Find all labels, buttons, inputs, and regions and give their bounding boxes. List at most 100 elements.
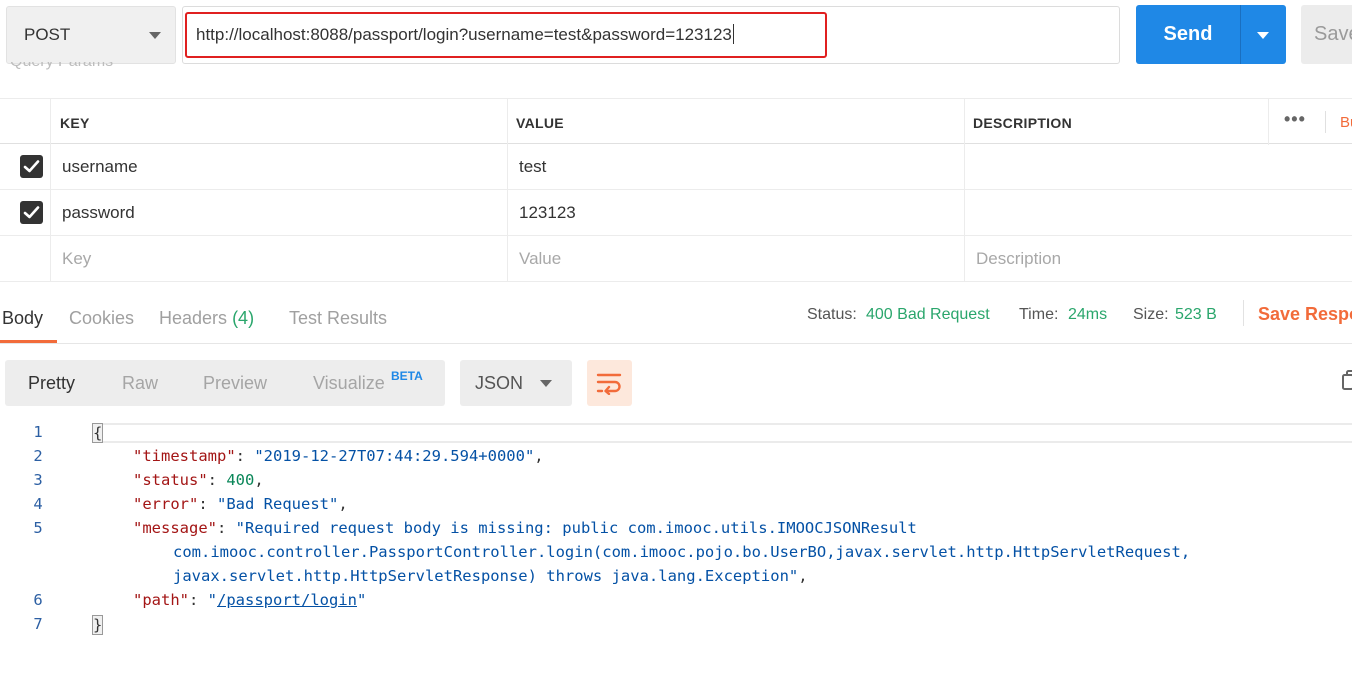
send-button[interactable]: Send	[1136, 5, 1286, 64]
code-line: "message": "Required request body is mis…	[133, 519, 917, 537]
open-brace: {	[92, 423, 104, 443]
bulk-divider	[1325, 111, 1326, 133]
column-divider	[964, 190, 965, 236]
column-divider	[964, 144, 965, 190]
method-select[interactable]: POST	[6, 6, 176, 64]
tab-headers[interactable]: Headers (4)	[159, 308, 254, 329]
format-label: JSON	[475, 373, 524, 393]
column-divider	[50, 236, 51, 282]
chevron-down-icon	[149, 32, 161, 39]
json-string: "Bad Request"	[217, 495, 339, 513]
param-key[interactable]: username	[62, 157, 138, 177]
column-divider	[964, 99, 965, 145]
chevron-down-icon	[540, 380, 552, 387]
code-line-wrapped: javax.servlet.http.HttpServletResponse) …	[173, 567, 808, 585]
column-header-description: DESCRIPTION	[973, 115, 1072, 131]
line-number: 6	[33, 591, 43, 609]
bulk-edit-link[interactable]: Bulk Edit	[1340, 114, 1352, 131]
column-divider	[507, 236, 508, 282]
save-label: Save	[1314, 23, 1352, 45]
status-label: Status:	[807, 306, 857, 323]
query-params-label: Query Params	[10, 62, 113, 70]
view-raw-button[interactable]: Raw	[122, 373, 158, 394]
code-line: "timestamp": "2019-12-27T07:44:29.594+00…	[133, 447, 544, 465]
save-button[interactable]: Save	[1301, 5, 1352, 64]
code-line: }	[92, 615, 104, 635]
save-response-button[interactable]: Save Response	[1258, 304, 1352, 325]
json-string: "2019-12-27T07:44:29.594+0000"	[254, 447, 535, 465]
close-brace: }	[92, 615, 104, 635]
param-value[interactable]: 123123	[519, 203, 576, 223]
wrap-lines-icon	[596, 373, 622, 395]
status-value[interactable]: 400 Bad Request	[866, 306, 990, 324]
method-label: POST	[24, 25, 71, 44]
param-enabled-checkbox[interactable]	[20, 155, 43, 178]
param-key[interactable]: password	[62, 203, 135, 223]
checkmark-icon	[23, 206, 40, 219]
view-visualize-button[interactable]: Visualize	[313, 373, 385, 394]
column-divider	[964, 236, 965, 282]
column-divider	[50, 190, 51, 236]
line-number: 3	[33, 471, 43, 489]
response-body-code: 1 2 3 4 5 6 7 { "timestamp": "2019-12-27…	[0, 418, 1352, 682]
line-number: 4	[33, 495, 43, 513]
wrap-lines-button[interactable]	[587, 360, 632, 406]
column-divider	[1268, 99, 1269, 145]
divider	[1243, 300, 1244, 326]
tab-headers-label: Headers	[159, 308, 228, 328]
code-line: "path": "/passport/login"	[133, 591, 367, 609]
code-line: {	[92, 423, 104, 443]
time-value[interactable]: 24ms	[1068, 306, 1107, 324]
tab-cookies[interactable]: Cookies	[69, 308, 134, 329]
tab-test-results[interactable]: Test Results	[289, 308, 387, 329]
new-description-input[interactable]: Description	[976, 249, 1061, 269]
view-mode-segmented-control: Pretty Raw Preview Visualize BETA	[5, 360, 445, 406]
send-label: Send	[1163, 23, 1213, 45]
new-value-input[interactable]: Value	[519, 249, 561, 269]
text-cursor	[732, 24, 734, 44]
param-value[interactable]: test	[519, 157, 546, 177]
copy-icon[interactable]	[1342, 368, 1352, 392]
code-line-wrapped: com.imooc.controller.PassportController.…	[173, 543, 1191, 561]
send-options-chevron-icon[interactable]	[1257, 32, 1269, 39]
beta-badge: BETA	[391, 369, 423, 383]
column-divider	[507, 144, 508, 190]
json-key: "status"	[133, 471, 208, 489]
tab-body[interactable]: Body	[2, 308, 43, 329]
json-key: "path"	[133, 591, 189, 609]
json-number: 400	[226, 471, 255, 489]
size-label: Size:	[1133, 306, 1169, 323]
view-pretty-button[interactable]: Pretty	[28, 373, 75, 394]
active-tab-indicator	[0, 340, 57, 343]
json-string: "Required request body is missing: publi…	[235, 519, 917, 537]
view-preview-button[interactable]: Preview	[203, 373, 267, 394]
param-enabled-checkbox[interactable]	[20, 201, 43, 224]
format-select[interactable]: JSON	[460, 360, 572, 406]
time-label: Time:	[1019, 306, 1059, 323]
more-options-icon[interactable]: •••	[1284, 109, 1306, 130]
new-key-input[interactable]: Key	[62, 249, 91, 269]
params-table-header: KEY VALUE DESCRIPTION ••• Bulk Edit	[0, 98, 1352, 145]
param-row: password 123123	[0, 190, 1352, 236]
response-tabs: Body Cookies Headers (4) Test Results St…	[0, 296, 1352, 344]
json-path-link[interactable]: /passport/login	[217, 591, 357, 609]
column-header-value: VALUE	[516, 115, 564, 131]
headers-count-badge: (4)	[232, 308, 255, 328]
url-text: http://localhost:8088/passport/login?use…	[196, 25, 732, 44]
json-quote: "	[357, 591, 367, 609]
column-divider	[50, 99, 51, 145]
line-number: 5	[33, 519, 43, 537]
checkmark-icon	[23, 160, 40, 173]
column-divider	[507, 190, 508, 236]
code-line: "error": "Bad Request",	[133, 495, 348, 513]
column-divider	[50, 144, 51, 190]
column-divider	[507, 99, 508, 145]
json-key: "timestamp"	[133, 447, 236, 465]
send-divider	[1240, 5, 1241, 64]
json-key: "message"	[133, 519, 217, 537]
size-value[interactable]: 523 B	[1175, 306, 1217, 324]
column-header-key: KEY	[60, 115, 90, 131]
json-key: "error"	[133, 495, 199, 513]
line-number: 1	[33, 423, 43, 441]
line-number: 2	[33, 447, 43, 465]
